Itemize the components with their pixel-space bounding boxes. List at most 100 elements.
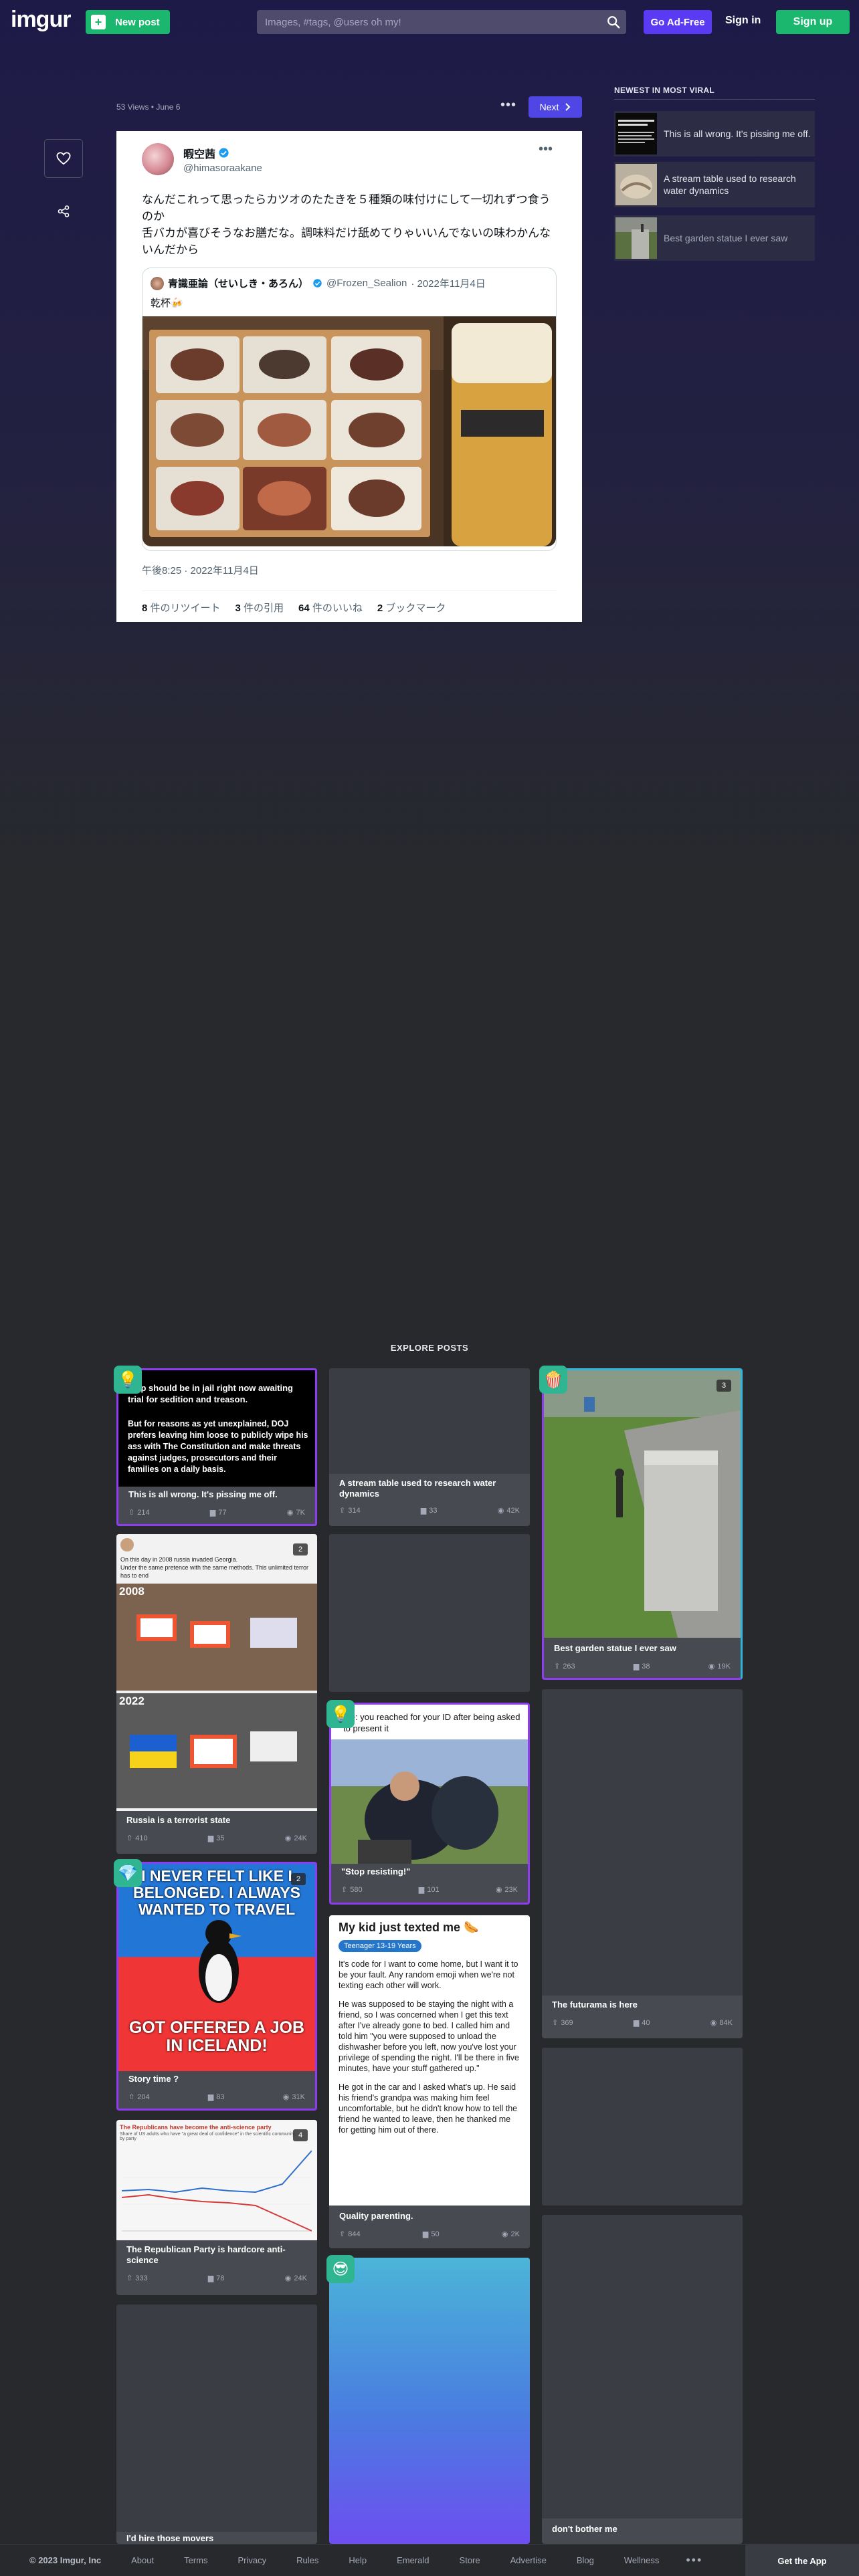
- footer-link-emerald[interactable]: Emerald: [397, 2555, 429, 2565]
- image-paragraph: It's code for I want to come home, but I…: [339, 1959, 518, 1990]
- card-image: ump should be in jail right now awaiting…: [118, 1370, 315, 1487]
- quoted-date: · 2022年11月4日: [411, 278, 486, 290]
- next-post-button[interactable]: Next: [529, 96, 582, 118]
- verified-icon: [313, 279, 322, 288]
- image-caption: 2008: [119, 1585, 145, 1598]
- newest-item[interactable]: This is all wrong. It's pissing me off.: [614, 111, 815, 156]
- card-stats: ⇧ 844 ▆ 50 ◉ 2K: [339, 2230, 520, 2239]
- newest-item-title: Best garden statue I ever saw: [664, 233, 788, 243]
- arrow-up-icon: ⇧: [126, 1834, 133, 1842]
- tweet-stat: 8 件のリツイート: [142, 603, 221, 614]
- more-links-icon[interactable]: •••: [686, 2553, 702, 2567]
- search-icon[interactable]: [606, 15, 621, 29]
- post-card[interactable]: don't bother me: [542, 2215, 743, 2544]
- arrow-up-icon: ⇧: [552, 2019, 559, 2027]
- card-image: [544, 1370, 741, 1638]
- post-card[interactable]: A stream table used to research water dy…: [329, 1368, 530, 1526]
- post-card[interactable]: I NEVER FELT LIKE I BELONGED. I ALWAYS W…: [116, 1862, 317, 2111]
- footer-link-help[interactable]: Help: [349, 2555, 367, 2565]
- footer-link-store[interactable]: Store: [460, 2555, 480, 2565]
- post-side-actions: [44, 139, 83, 222]
- card-stats: ⇧ 333 ▆ 78 ◉ 24K: [126, 2274, 307, 2283]
- quoted-handle: @Frozen_Sealion: [326, 278, 407, 289]
- comment-icon: ▆: [209, 1509, 216, 1517]
- footer: © 2023 Imgur, Inc About Terms Privacy Ru…: [0, 2544, 859, 2576]
- post-card[interactable]: [542, 2048, 743, 2206]
- footer-link-privacy[interactable]: Privacy: [238, 2555, 267, 2565]
- sign-in-link[interactable]: Sign in: [725, 15, 761, 27]
- post-card[interactable]: I'd hire those movers: [116, 2304, 317, 2544]
- award-badge-icon: 💡: [114, 1366, 142, 1394]
- card-image: [542, 2215, 743, 2518]
- post-card[interactable]: Me: you reached for your ID after being …: [329, 1703, 530, 1905]
- tweet-more-icon: •••: [538, 142, 553, 156]
- new-post-button[interactable]: + New post: [86, 10, 170, 34]
- post-meta: 53 Views • June 6: [116, 102, 181, 112]
- footer-link-advertise[interactable]: Advertise: [510, 2555, 547, 2565]
- footer-link-wellness[interactable]: Wellness: [624, 2555, 660, 2565]
- post-card[interactable]: The futurama is here ⇧ 369 ▆ 40 ◉ 84K: [542, 1689, 743, 2038]
- award-badge-icon: 💡: [326, 1700, 355, 1728]
- image-count-badge: 2: [291, 1873, 306, 1885]
- share-icon: [58, 205, 70, 217]
- comment-icon: ▆: [422, 2230, 429, 2238]
- image-caption: ump should be in jail right now awaiting…: [128, 1383, 293, 1404]
- imgur-logo[interactable]: imgur: [11, 7, 71, 33]
- award-badge-icon: 😎: [326, 2255, 355, 2283]
- card-stats: ⇧ 369 ▆ 40 ◉ 84K: [552, 2018, 733, 2028]
- card-image: [542, 2048, 743, 2206]
- image-caption: 2022: [119, 1695, 145, 1707]
- post-card[interactable]: My kid just texted me 🌭 Teenager 13-19 Y…: [329, 1915, 530, 2248]
- tweet-text: なんだこれって思ったらカツオのたたきを５種類の味付けにして一切れずつ食うのか 舌…: [142, 191, 557, 258]
- view-count: ◉ 2K: [501, 2230, 520, 2239]
- post-card[interactable]: [329, 1534, 530, 1692]
- verified-icon: [219, 148, 229, 158]
- search-input[interactable]: [257, 10, 626, 34]
- post-card[interactable]: ump should be in jail right now awaiting…: [116, 1368, 317, 1526]
- image-count-badge: 2: [293, 1543, 308, 1555]
- card-image: [329, 2258, 530, 2544]
- card-title: The Republican Party is hardcore anti-sc…: [126, 2244, 286, 2265]
- post-card[interactable]: The Republicans have become the anti-sci…: [116, 2120, 317, 2295]
- card-title: Best garden statue I ever saw: [554, 1643, 676, 1653]
- post-card[interactable]: [329, 2258, 530, 2544]
- view-count: ◉ 84K: [710, 2018, 733, 2028]
- go-adfree-button[interactable]: Go Ad-Free: [644, 10, 712, 34]
- footer-link-blog[interactable]: Blog: [577, 2555, 594, 2565]
- heart-icon: [56, 152, 71, 165]
- newest-item[interactable]: A stream table used to research water dy…: [614, 162, 815, 207]
- upvote-count: ⇧ 580: [341, 1885, 363, 1895]
- tweet-stat: 3 件の引用: [235, 603, 284, 614]
- image-caption: On this day in 2008 russia invaded Georg…: [120, 1556, 308, 1579]
- comment-icon: ▆: [418, 1886, 425, 1894]
- sign-up-button[interactable]: Sign up: [776, 10, 850, 34]
- footer-link-terms[interactable]: Terms: [184, 2555, 207, 2565]
- favorite-button[interactable]: [44, 139, 83, 178]
- eye-icon: ◉: [286, 1509, 294, 1517]
- upvote-count: ⇧ 369: [552, 2018, 573, 2028]
- comment-icon: ▆: [207, 2274, 214, 2282]
- card-title: Story time ?: [128, 2074, 179, 2084]
- card-image: The Republicans have become the anti-sci…: [116, 2120, 317, 2240]
- penguin-drawing: [199, 1920, 242, 2003]
- comment-icon: ▆: [207, 1834, 214, 1842]
- footer-link-about[interactable]: About: [131, 2555, 154, 2565]
- award-badge-icon: 💎: [114, 1859, 142, 1887]
- get-the-app-button[interactable]: Get the App: [745, 2545, 859, 2576]
- card-image: On this day in 2008 russia invaded Georg…: [116, 1534, 317, 1811]
- copyright: © 2023 Imgur, Inc: [29, 2555, 102, 2565]
- image-paragraph: He got in the car and I asked what's up.…: [339, 2082, 518, 2135]
- image-count-badge: 3: [717, 1380, 731, 1392]
- card-stats: ⇧ 214 ▆ 77 ◉ 7K: [128, 1508, 305, 1517]
- meme-bottom-text: GOT OFFERED A JOB IN ICELAND!: [128, 2018, 305, 2055]
- upvote-count: ⇧ 410: [126, 1834, 148, 1843]
- share-button[interactable]: [44, 201, 83, 222]
- comment-count: ▆ 77: [209, 1508, 227, 1517]
- more-options-icon[interactable]: •••: [500, 98, 516, 113]
- footer-link-rules[interactable]: Rules: [296, 2555, 318, 2565]
- post-card[interactable]: On this day in 2008 russia invaded Georg…: [116, 1534, 317, 1854]
- card-title: The futurama is here: [552, 2000, 638, 2010]
- newest-item[interactable]: Best garden statue I ever saw: [614, 215, 815, 261]
- comment-count: ▆ 38: [633, 1662, 650, 1671]
- post-card[interactable]: 3 Best garden statue I ever saw ⇧ 263 ▆ 38…: [542, 1368, 743, 1680]
